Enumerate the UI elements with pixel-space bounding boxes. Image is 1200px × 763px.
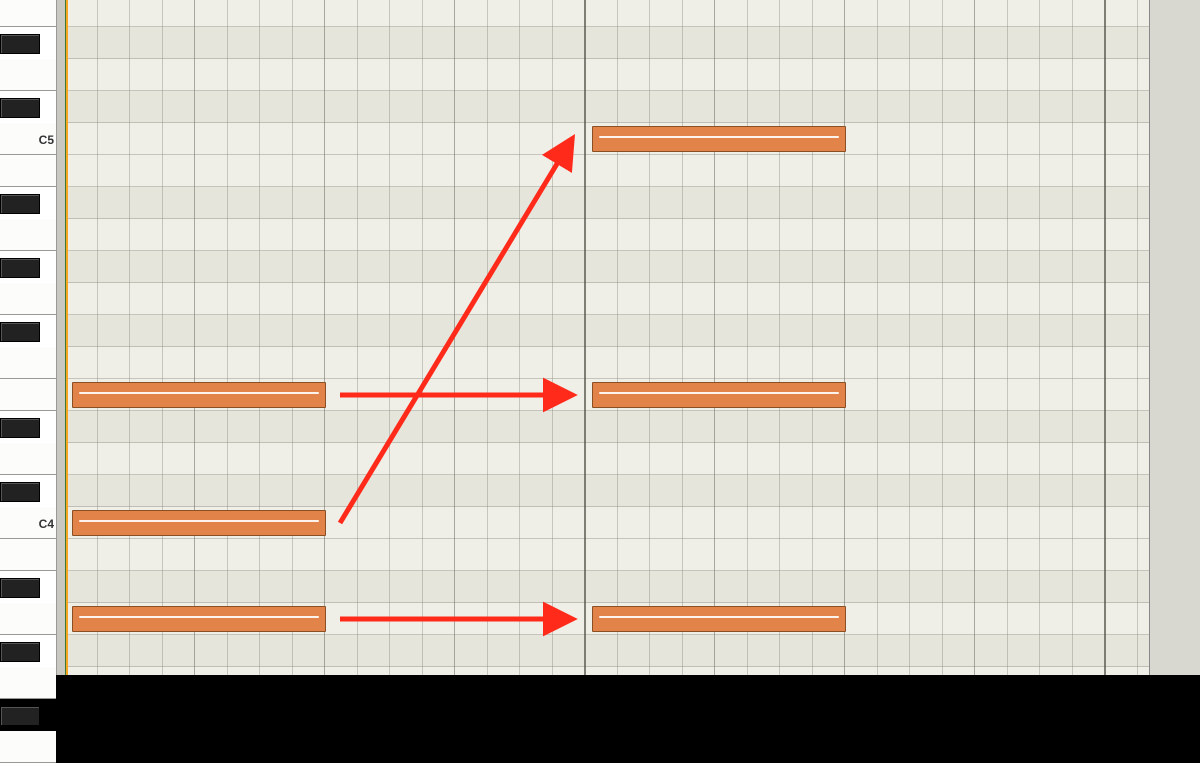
beat-line	[974, 0, 975, 675]
pitch-lane[interactable]	[64, 411, 1200, 443]
grid-line	[1007, 0, 1008, 675]
grid-line	[1039, 0, 1040, 675]
pitch-lane[interactable]	[64, 219, 1200, 251]
beat-line	[194, 0, 195, 675]
grid-line	[519, 0, 520, 675]
grid-line	[292, 0, 293, 675]
grid-line	[389, 0, 390, 675]
piano-roll-editor: C5 C4	[0, 0, 1200, 675]
pitch-lane[interactable]	[64, 475, 1200, 507]
pitch-lane[interactable]	[64, 315, 1200, 347]
grid-line	[487, 0, 488, 675]
pitch-lane[interactable]	[64, 283, 1200, 315]
midi-note[interactable]	[592, 606, 846, 632]
white-key[interactable]	[0, 283, 56, 315]
pitch-lane[interactable]	[64, 155, 1200, 187]
white-key[interactable]	[0, 539, 56, 571]
black-key[interactable]	[0, 34, 40, 54]
white-key[interactable]	[0, 603, 56, 635]
black-key[interactable]	[0, 706, 40, 726]
pitch-lane[interactable]	[64, 0, 1200, 27]
grid-line	[357, 0, 358, 675]
midi-note[interactable]	[592, 382, 846, 408]
pitch-lane[interactable]	[64, 635, 1200, 667]
beat-line	[454, 0, 455, 675]
grid-line	[747, 0, 748, 675]
octave-label: C5	[2, 133, 56, 147]
midi-note[interactable]	[72, 606, 326, 632]
grid-line	[1137, 0, 1138, 675]
black-key[interactable]	[0, 322, 40, 342]
white-key[interactable]	[0, 667, 56, 699]
white-key[interactable]	[0, 219, 56, 251]
piano-keyboard[interactable]: C5 C4	[0, 0, 65, 675]
black-key[interactable]	[0, 642, 40, 662]
grid-line	[942, 0, 943, 675]
black-key[interactable]	[0, 194, 40, 214]
grid-line	[227, 0, 228, 675]
grid-end-zone	[1149, 0, 1200, 675]
pitch-lane[interactable]	[64, 539, 1200, 571]
white-key[interactable]	[0, 155, 56, 187]
bar-line	[584, 0, 586, 675]
black-key[interactable]	[0, 258, 40, 278]
grid-line	[97, 0, 98, 675]
black-key[interactable]	[0, 578, 40, 598]
black-key[interactable]	[0, 98, 40, 118]
pitch-lane[interactable]	[64, 667, 1200, 675]
grid-line	[812, 0, 813, 675]
midi-note[interactable]	[72, 510, 326, 536]
black-key[interactable]	[0, 482, 40, 502]
pitch-lane[interactable]	[64, 27, 1200, 59]
grid-line	[259, 0, 260, 675]
grid-line	[877, 0, 878, 675]
grid-line	[682, 0, 683, 675]
white-key[interactable]	[0, 379, 56, 411]
pitch-lane[interactable]	[64, 91, 1200, 123]
pitch-lane[interactable]	[64, 187, 1200, 219]
beat-line	[714, 0, 715, 675]
grid-line	[909, 0, 910, 675]
black-key[interactable]	[0, 418, 40, 438]
pitch-lane[interactable]	[64, 571, 1200, 603]
white-key[interactable]	[0, 731, 56, 763]
white-key[interactable]	[0, 347, 56, 379]
octave-label: C4	[2, 517, 56, 531]
note-grid[interactable]	[64, 0, 1200, 675]
midi-note[interactable]	[592, 126, 846, 152]
beat-line	[324, 0, 325, 675]
grid-line	[617, 0, 618, 675]
beat-line	[844, 0, 845, 675]
grid-line	[552, 0, 553, 675]
grid-line	[129, 0, 130, 675]
grid-line	[1072, 0, 1073, 675]
pitch-lane[interactable]	[64, 347, 1200, 379]
pitch-lane[interactable]	[64, 251, 1200, 283]
pitch-lane[interactable]	[64, 59, 1200, 91]
white-key[interactable]	[0, 443, 56, 475]
pitch-lane[interactable]	[64, 443, 1200, 475]
grid-line	[779, 0, 780, 675]
midi-note[interactable]	[72, 382, 326, 408]
grid-line	[162, 0, 163, 675]
white-key[interactable]	[0, 0, 56, 27]
key-label-strip	[56, 0, 65, 675]
white-key[interactable]	[0, 59, 56, 91]
grid-line	[422, 0, 423, 675]
grid-line	[649, 0, 650, 675]
bar-line	[1104, 0, 1106, 675]
